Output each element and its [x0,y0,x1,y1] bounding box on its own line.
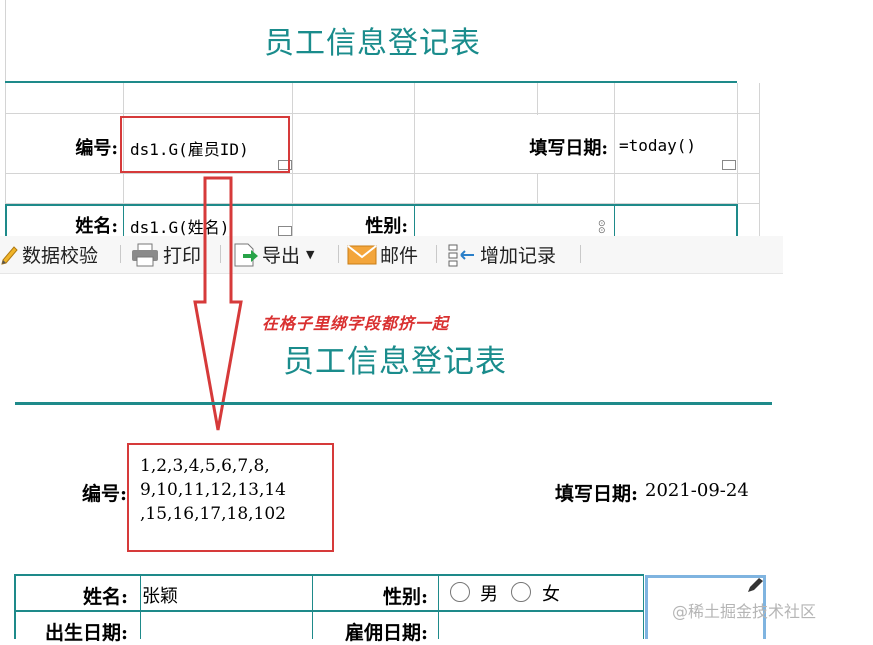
preview-label-hire: 雇佣日期: [344,622,428,644]
table-divider [643,574,644,639]
preview-title: 员工信息登记表 [283,344,507,380]
gender-option-male: 男 [480,584,498,605]
preview-label-gender: 性别: [382,586,428,608]
table-row-line [14,610,644,612]
preview-label-name: 姓名: [82,586,128,608]
preview-label-id: 编号: [81,483,127,505]
table-divider [438,574,439,639]
preview-id-values: 1,2,3,4,5,6,7,8, 9,10,11,12,13,14 ,15,16… [140,456,286,524]
table-border-top [14,574,644,576]
preview-title-underline [15,402,772,405]
table-divider [140,574,141,639]
gender-radio-male[interactable] [450,582,470,602]
preview-label-birth: 出生日期: [44,622,128,644]
watermark-text: @稀土掘金技术社区 [672,602,817,621]
preview-date-value: 2021-09-24 [645,480,749,501]
pencil-edit-icon[interactable] [745,576,765,594]
preview-label-date: 填写日期: [554,483,638,505]
gender-radio-female[interactable] [511,582,531,602]
annotation-text: 在格子里绑字段都挤一起 [262,314,450,333]
gender-option-female: 女 [542,584,560,605]
preview-name-value[interactable]: 张颖 [142,582,178,608]
